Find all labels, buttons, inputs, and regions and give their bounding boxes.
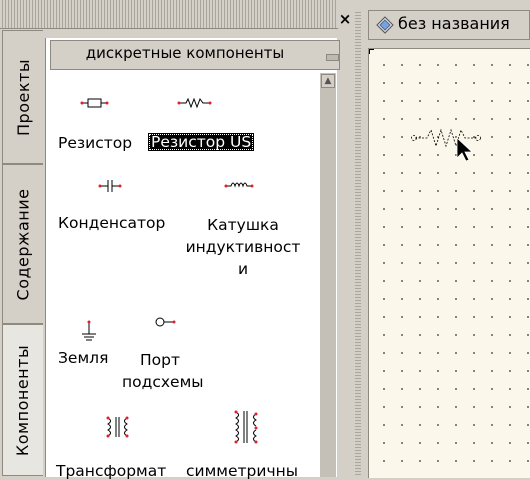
component-symmetric-transformer-label[interactable]: симметричны xyxy=(186,462,298,480)
component-port-label[interactable]: Порт подсхемы xyxy=(122,349,204,393)
tab-components-label: Компоненты xyxy=(13,344,33,456)
document-tab-title: без названия xyxy=(398,14,510,33)
component-resistor-us-label[interactable]: Резистор US xyxy=(148,133,255,151)
tab-contents[interactable]: Содержание xyxy=(2,164,43,324)
component-transformer-label[interactable]: Трансформат xyxy=(56,462,166,480)
document-icon xyxy=(376,16,394,34)
canvas-origin-marker xyxy=(369,49,374,54)
splitter-handle[interactable] xyxy=(355,10,361,477)
port-label-line: Порт xyxy=(140,351,181,369)
dock-close-button[interactable]: × xyxy=(338,12,352,27)
tab-projects-label: Проекты xyxy=(13,58,33,136)
category-title: дискретные компоненты xyxy=(85,44,285,62)
mouse-cursor-icon xyxy=(456,137,474,162)
inductor-label-line: и xyxy=(237,260,249,278)
tab-projects[interactable]: Проекты xyxy=(2,30,43,164)
dock-title-bar[interactable] xyxy=(0,0,338,29)
component-ground-label[interactable]: Земля xyxy=(58,349,108,367)
component-inductor-label[interactable]: Катушка индуктивност и xyxy=(178,214,308,280)
inductor-label-line: индуктивност xyxy=(185,238,301,256)
tab-components[interactable]: Компоненты xyxy=(2,324,43,476)
component-resistor-label[interactable]: Резистор xyxy=(58,134,132,152)
port-label-line: подсхемы xyxy=(122,373,204,391)
component-capacitor-label[interactable]: Конденсатор xyxy=(58,214,165,232)
drag-preview-resistor-us xyxy=(411,128,481,162)
category-collapse-button[interactable] xyxy=(326,54,339,61)
schematic-canvas[interactable] xyxy=(368,48,530,478)
panel-scrollbar[interactable] xyxy=(320,73,336,477)
scroll-up-button[interactable]: ▲ xyxy=(321,74,335,88)
tab-contents-label: Содержание xyxy=(13,188,33,300)
inductor-label-line: Катушка xyxy=(207,216,279,234)
